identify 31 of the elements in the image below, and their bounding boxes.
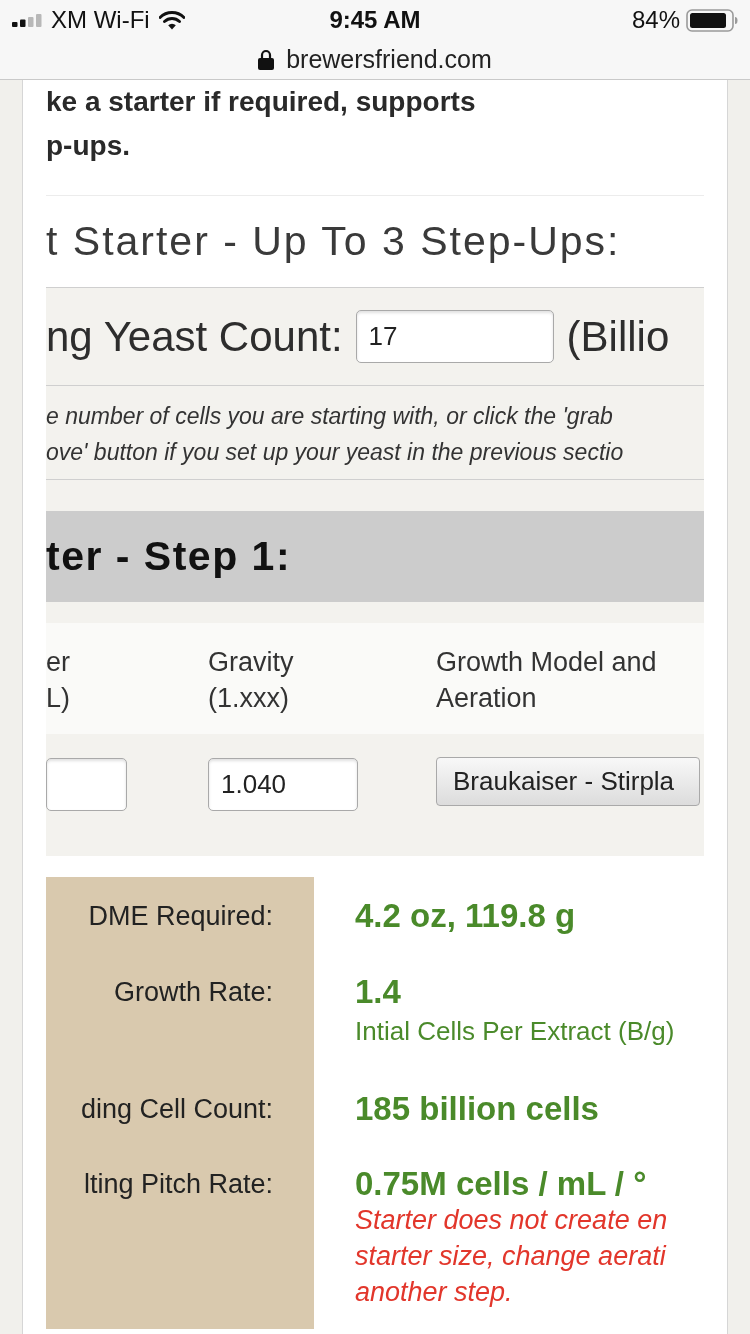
result-label: DME Required: [46,877,314,954]
column-header: Gravity (1.xxx) [208,646,294,715]
yeast-count-input[interactable]: 17 [355,310,554,363]
status-time: 9:45 AM [329,6,421,34]
step-header: ter - Step 1: [46,511,704,602]
result-value: 1.4 [355,974,401,1010]
result-value: 4.2 oz, 119.8 g [355,898,576,934]
carrier-name: XM Wi-Fi [51,6,150,34]
address-url[interactable]: brewersfriend.com [286,45,492,74]
lock-icon [258,49,275,70]
section-title: t Starter - Up To 3 Step-Ups: [46,217,622,266]
help-text: e number of cells you are starting with, or click the 'grab ove' button if you set up your yeast in the previous sectio [46,386,704,480]
column-header: Growth Model and Aeration [436,646,657,715]
warning-text: Starter does not create en starter size, change aerati another step. [355,1204,668,1309]
growth-model-select[interactable]: Braukaiser - Stirpla [436,757,700,806]
gravity-input[interactable]: 1.040 [208,758,358,811]
result-label: lting Pitch Rate: [46,1144,314,1329]
result-value: 185 billion cells [355,1091,599,1127]
input-field[interactable] [46,758,127,811]
result-label: ding Cell Count: [46,1069,314,1144]
intro-text: ke a starter if required, supports p-ups. [46,85,477,163]
yeast-count-label: ng Yeast Count: [46,312,343,361]
battery-percent: 84% [631,6,680,34]
yeast-count-unit: (Billio [566,312,670,361]
result-note: Intial Cells Per Extract (B/g) [355,1015,675,1048]
column-header: er L) [46,646,70,715]
wifi-icon [158,10,185,30]
result-label: Growth Rate: [46,954,314,1069]
result-value: 0.75M cells / mL / ° [355,1166,647,1202]
signal-icon [12,13,42,27]
battery-icon [686,8,738,32]
